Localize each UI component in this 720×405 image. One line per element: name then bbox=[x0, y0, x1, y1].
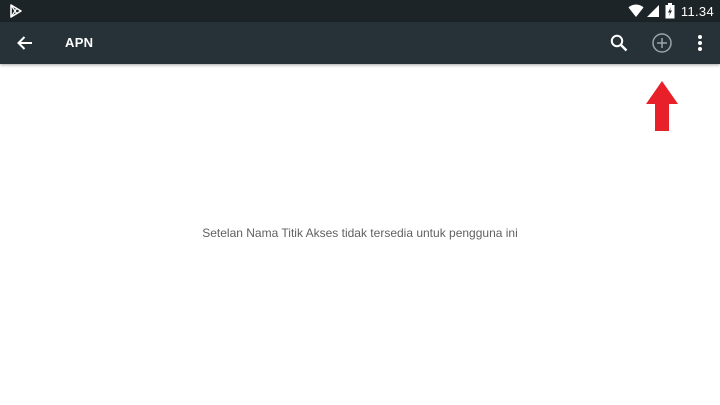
cellular-signal-icon bbox=[646, 5, 659, 17]
add-circle-icon bbox=[652, 33, 672, 53]
battery-charging-icon bbox=[665, 3, 675, 19]
add-apn-button[interactable] bbox=[648, 29, 676, 57]
back-arrow-icon bbox=[17, 36, 32, 50]
status-icons: 11.34 bbox=[628, 0, 714, 22]
page-title: APN bbox=[65, 35, 94, 50]
status-bar: 11.34 bbox=[0, 0, 720, 22]
red-arrow-annotation bbox=[646, 81, 678, 131]
app-bar: APN bbox=[0, 22, 720, 64]
clock: 11.34 bbox=[680, 3, 714, 19]
search-button[interactable] bbox=[605, 29, 633, 57]
empty-state-message: Setelan Nama Titik Akses tidak tersedia … bbox=[202, 226, 518, 240]
search-icon bbox=[610, 34, 628, 52]
more-vert-icon bbox=[698, 35, 702, 51]
back-button[interactable] bbox=[10, 29, 40, 57]
wifi-icon bbox=[628, 4, 644, 17]
play-store-icon bbox=[10, 4, 22, 18]
more-options-button[interactable] bbox=[686, 29, 714, 57]
